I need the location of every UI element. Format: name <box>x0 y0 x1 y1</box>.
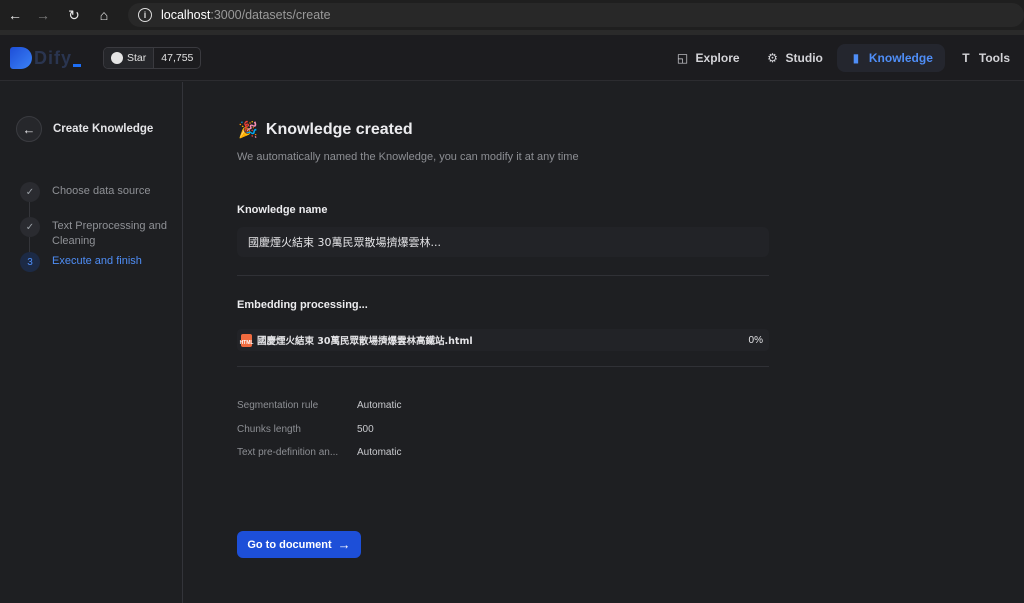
nav-explore-label: Explore <box>695 51 740 65</box>
github-star-count[interactable]: 47,755 <box>154 48 200 68</box>
home-icon[interactable]: ⌂ <box>94 5 114 25</box>
forward-arrow-icon[interactable]: → <box>33 5 53 25</box>
logo-underscore <box>73 63 82 67</box>
create-knowledge-title: Create Knowledge <box>53 123 154 135</box>
logo-mark-icon <box>10 47 32 69</box>
top-nav: ◱ Explore ⚙ Studio ▮ Knowledge T Tools <box>664 44 1024 72</box>
embedding-label: Embedding processing... <box>237 299 368 311</box>
github-star-button[interactable]: Star 47,755 <box>103 47 202 69</box>
html-file-icon: HTML <box>240 333 253 347</box>
rule-key: Segmentation rule <box>237 400 319 411</box>
title-row: 🎉 Knowledge created <box>238 120 413 140</box>
nav-studio[interactable]: ⚙ Studio <box>754 44 835 72</box>
arrow-right-icon: → <box>337 537 351 552</box>
divider <box>237 275 769 276</box>
explore-icon: ◱ <box>676 51 689 65</box>
file-progress-percent: 0% <box>748 334 763 346</box>
logo-text: Dify <box>34 47 73 68</box>
step-text-preprocessing: ✓ Text Preprocessing and Cleaning <box>20 217 180 249</box>
tools-icon: T <box>962 51 970 65</box>
reload-icon[interactable]: ↻ <box>64 5 84 25</box>
url-path: :3000/datasets/create <box>210 8 331 22</box>
nav-studio-label: Studio <box>785 51 823 65</box>
nav-tools-label: Tools <box>978 51 1010 65</box>
knowledge-name-input[interactable]: 國慶煙火結束 30萬民眾散場擠爆雲林... <box>237 227 769 257</box>
main-content: 🎉 Knowledge created We automatically nam… <box>184 82 1024 603</box>
dify-logo[interactable]: Dify <box>10 46 82 70</box>
rule-row-text-predefinition: Text pre-definition an... Automatic <box>237 447 537 458</box>
browser-toolbar: ← → ↻ ⌂ i localhost:3000/datasets/create <box>0 0 1024 30</box>
rule-value: Automatic <box>357 400 402 411</box>
arrow-left-icon[interactable]: ← <box>16 116 42 142</box>
studio-icon: ⚙ <box>767 51 778 65</box>
step-connector <box>29 202 30 217</box>
nav-tools[interactable]: T Tools <box>947 44 1022 72</box>
rule-key: Text pre-definition an... <box>237 447 339 458</box>
github-icon <box>111 52 123 64</box>
nav-knowledge[interactable]: ▮ Knowledge <box>836 44 945 72</box>
url-host: localhost <box>161 8 211 22</box>
step-check-icon: ✓ <box>20 217 40 237</box>
step-choose-data-source: ✓ Choose data source <box>20 182 180 202</box>
github-star[interactable]: Star <box>104 48 155 68</box>
back-arrow-icon[interactable]: ← <box>5 5 25 25</box>
step-label: Text Preprocessing and Cleaning <box>52 220 167 247</box>
party-popper-icon: 🎉 <box>238 122 258 139</box>
nav-knowledge-label: Knowledge <box>868 51 933 65</box>
page-subtitle: We automatically named the Knowledge, yo… <box>237 151 579 163</box>
go-to-document-button[interactable]: Go to document → <box>237 531 361 558</box>
step-label: Choose data source <box>52 185 151 197</box>
rule-row-chunks-length: Chunks length 500 <box>237 424 537 435</box>
step-execute-and-finish: 3 Execute and finish <box>20 252 180 272</box>
step-check-icon: ✓ <box>20 182 40 202</box>
step-label: Execute and finish <box>52 255 142 267</box>
rule-value: Automatic <box>357 447 402 458</box>
rule-value: 500 <box>357 424 374 435</box>
app-header: Dify Star 47,755 ◱ Explore ⚙ Studio ▮ Kn… <box>0 35 1024 81</box>
book-icon: ▮ <box>852 51 860 65</box>
github-star-label: Star <box>127 52 147 64</box>
rule-row-segmentation: Segmentation rule Automatic <box>237 400 537 411</box>
rule-key: Chunks length <box>237 424 301 435</box>
site-info-icon[interactable]: i <box>138 8 152 22</box>
divider <box>237 366 769 367</box>
file-progress-row: HTML 國慶煙火結束 30萬民眾散場擠爆雲林高鐵站.html 0% <box>237 329 769 351</box>
page-title: Knowledge created <box>265 121 413 138</box>
knowledge-name-label: Knowledge name <box>237 204 328 216</box>
file-name: 國慶煙火結束 30萬民眾散場擠爆雲林高鐵站.html <box>257 336 473 347</box>
back-to-knowledge[interactable]: ← Create Knowledge <box>16 116 153 142</box>
go-to-document-label: Go to document <box>247 538 332 551</box>
steps-sidebar: ← Create Knowledge ✓ Choose data source … <box>0 82 183 603</box>
address-bar[interactable]: i localhost:3000/datasets/create <box>128 3 1024 27</box>
nav-explore[interactable]: ◱ Explore <box>664 44 752 72</box>
step-number: 3 <box>20 252 40 272</box>
